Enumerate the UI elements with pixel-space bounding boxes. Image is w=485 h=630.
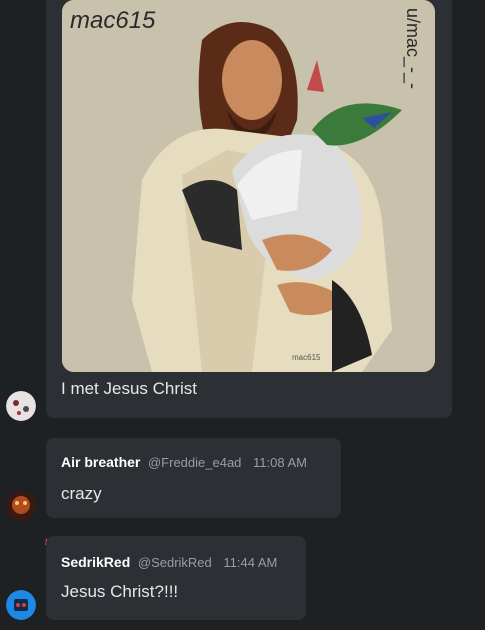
- message-bubble-air-breather[interactable]: Air breather @Freddie_e4ad 11:08 AM craz…: [46, 438, 341, 518]
- svg-text:mac615: mac615: [292, 353, 321, 362]
- author-handle: @SedrikRed: [137, 555, 212, 570]
- chat-feed: mac615 u/mac_-_- mac615 I met Jesus Chri…: [0, 0, 485, 630]
- message-bubble-image-post[interactable]: mac615 u/mac_-_- mac615 I met Jesus Chri…: [46, 0, 452, 418]
- svg-text:mac615: mac615: [70, 7, 156, 34]
- shared-image[interactable]: mac615 u/mac_-_- mac615: [62, 0, 435, 372]
- message-text: crazy: [61, 484, 102, 503]
- message-text: Jesus Christ?!!!: [61, 582, 179, 601]
- author-handle: @Freddie_e4ad: [147, 455, 242, 470]
- timestamp: 11:44 AM: [223, 555, 278, 570]
- avatar-user-3[interactable]: [6, 590, 36, 620]
- avatar-user-1[interactable]: [6, 391, 36, 421]
- message-meta: SedrikRed @SedrikRed 11:44 AM: [61, 554, 277, 570]
- svg-text:u/mac_-_-: u/mac_-_-: [402, 8, 423, 89]
- author-name[interactable]: Air breather: [61, 454, 140, 470]
- message-bubble-sedrikred[interactable]: SedrikRed @SedrikRed 11:44 AM Jesus Chri…: [46, 536, 306, 620]
- author-name[interactable]: SedrikRed: [61, 554, 130, 570]
- message-text: I met Jesus Christ: [61, 379, 198, 398]
- avatar-user-2[interactable]: [6, 491, 36, 521]
- message-meta: Air breather @Freddie_e4ad 11:08 AM: [61, 454, 307, 470]
- timestamp: 11:08 AM: [253, 455, 308, 470]
